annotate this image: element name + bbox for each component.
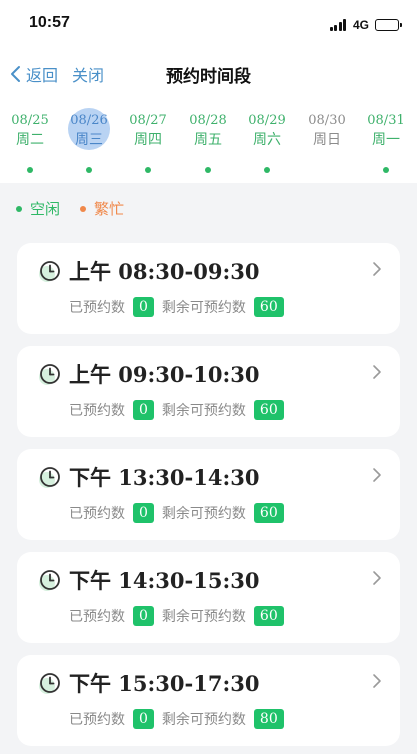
availability-legend: 空闲 繁忙 — [16, 198, 124, 219]
clock-icon — [39, 673, 60, 694]
navigation-bar: 返回 关闭 预约时间段 — [0, 50, 417, 98]
chevron-right-icon — [373, 262, 381, 276]
availability-dot-icon — [27, 167, 33, 173]
booked-count-badge: 0 — [133, 400, 154, 420]
status-time: 10:57 — [29, 14, 70, 31]
weekday-label: 周四 — [134, 132, 162, 148]
clock-icon — [39, 570, 60, 591]
header-area: 10:57 4G 返回 关闭 预约时间段 08/25 周二 08/26 周三 08/27… — [0, 0, 417, 183]
remaining-label: 剩余可预约数 — [161, 300, 246, 316]
clock-icon — [39, 261, 60, 282]
booked-label: 已预约数 — [69, 403, 125, 419]
remaining-label: 剩余可预约数 — [161, 609, 246, 625]
slot-counts: 已预约数 0 剩余可预约数 60 — [69, 606, 292, 626]
legend-free-label: 空闲 — [30, 200, 61, 218]
remaining-count-badge: 60 — [253, 400, 284, 420]
date-label: 08/31 — [367, 113, 405, 128]
chevron-right-icon — [373, 571, 381, 585]
slot-counts: 已预约数 0 剩余可预约数 60 — [69, 503, 292, 523]
remaining-count-badge: 60 — [253, 606, 284, 626]
free-dot-icon — [16, 205, 22, 212]
booked-label: 已预约数 — [69, 712, 125, 728]
busy-dot-icon — [80, 205, 87, 212]
slot-time: 下午 14:30-15:30 — [69, 568, 260, 593]
date-label: 08/25 — [11, 113, 49, 128]
booked-count-badge: 0 — [133, 503, 154, 523]
weekday-label: 周一 — [372, 132, 400, 148]
date-label: 08/27 — [129, 113, 167, 128]
status-bar: 10:57 4G — [0, 0, 417, 50]
weekday-label: 周五 — [194, 132, 222, 148]
slot-counts: 已预约数 0 剩余可预约数 60 — [69, 297, 292, 317]
date-item[interactable]: 08/30 周日 — [299, 98, 355, 170]
booked-count-badge: 0 — [133, 606, 154, 626]
remaining-count-badge: 60 — [253, 297, 284, 317]
time-slot-card[interactable]: 上午 08:30-09:30 已预约数 0 剩余可预约数 60 — [17, 243, 400, 334]
availability-dot-icon — [264, 167, 270, 173]
date-item[interactable]: 08/31 周一 — [358, 98, 414, 173]
booked-label: 已预约数 — [69, 609, 125, 625]
time-slot-card[interactable]: 下午 15:30-17:30 已预约数 0 剩余可预约数 80 — [17, 655, 400, 746]
slot-time: 下午 15:30-17:30 — [69, 671, 260, 696]
chevron-right-icon — [373, 674, 381, 688]
clock-icon — [39, 364, 60, 385]
legend-busy-label: 繁忙 — [94, 200, 125, 218]
page-title: 预约时间段 — [166, 67, 251, 87]
availability-dot-icon — [383, 167, 389, 173]
date-item[interactable]: 08/28 周五 — [180, 98, 236, 173]
clock-icon — [39, 467, 60, 488]
availability-dot-icon — [145, 167, 151, 173]
slot-counts: 已预约数 0 剩余可预约数 60 — [69, 400, 292, 420]
chevron-right-icon — [373, 468, 381, 482]
remaining-count-badge: 60 — [253, 503, 284, 523]
booked-count-badge: 0 — [133, 709, 154, 729]
remaining-label: 剩余可预约数 — [161, 506, 246, 522]
weekday-label: 周日 — [313, 132, 341, 148]
date-item[interactable]: 08/25 周二 — [2, 98, 58, 173]
time-slot-card[interactable]: 下午 13:30-14:30 已预约数 0 剩余可预约数 60 — [17, 449, 400, 540]
date-item[interactable]: 08/29 周六 — [239, 98, 295, 173]
date-item[interactable]: 08/27 周四 — [120, 98, 176, 173]
booked-label: 已预约数 — [69, 506, 125, 522]
slot-time: 下午 13:30-14:30 — [69, 465, 260, 490]
remaining-count-badge: 80 — [253, 709, 284, 729]
remaining-label: 剩余可预约数 — [161, 403, 246, 419]
time-slot-card[interactable]: 上午 09:30-10:30 已预约数 0 剩余可预约数 60 — [17, 346, 400, 437]
date-item[interactable]: 08/26 周三 — [61, 98, 117, 173]
weekday-label: 周三 — [75, 132, 103, 148]
remaining-label: 剩余可预约数 — [161, 712, 246, 728]
network-type: 4G — [352, 18, 369, 32]
signal-icon — [329, 19, 348, 31]
slot-time: 上午 08:30-09:30 — [69, 259, 260, 284]
date-label: 08/26 — [70, 113, 108, 128]
slot-counts: 已预约数 0 剩余可预约数 80 — [69, 709, 292, 729]
chevron-right-icon — [373, 365, 381, 379]
time-slot-card[interactable]: 下午 14:30-15:30 已预约数 0 剩余可预约数 60 — [17, 552, 400, 643]
date-selector: 08/25 周二 08/26 周三 08/27 周四 08/28 周五 08/29 周六 08/30… — [0, 98, 417, 183]
weekday-label: 周二 — [16, 132, 44, 148]
booked-label: 已预约数 — [69, 300, 125, 316]
availability-dot-icon — [205, 167, 211, 173]
weekday-label: 周六 — [253, 132, 281, 148]
battery-icon — [375, 19, 402, 31]
slot-time: 上午 09:30-10:30 — [69, 362, 260, 387]
availability-dot-icon — [86, 167, 92, 173]
date-label: 08/30 — [308, 113, 346, 128]
date-label: 08/28 — [189, 113, 227, 128]
date-label: 08/29 — [248, 113, 286, 128]
status-indicators: 4G — [329, 18, 402, 32]
booked-count-badge: 0 — [133, 297, 154, 317]
